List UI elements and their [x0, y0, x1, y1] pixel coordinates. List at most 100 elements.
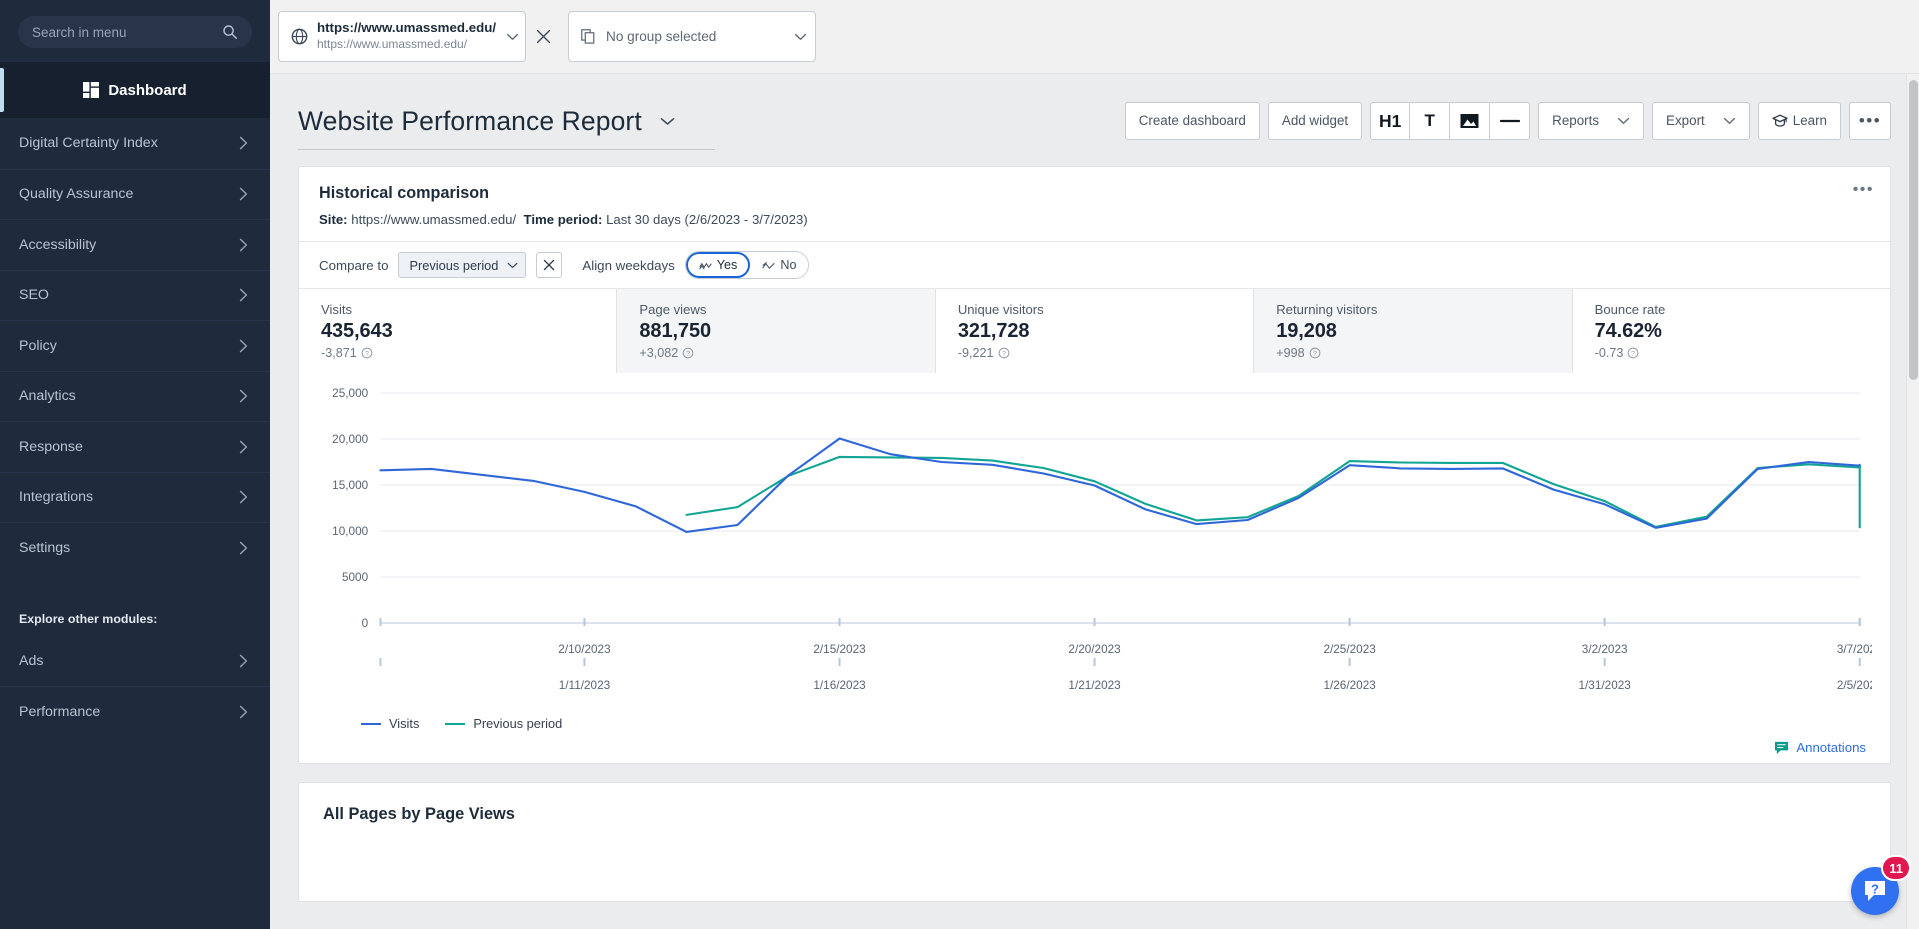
insert-divider-button[interactable]: [1490, 102, 1530, 140]
compare-controls: Compare to Previous period Align weekday…: [299, 241, 1890, 289]
card-menu-button[interactable]: •••: [1853, 181, 1874, 199]
globe-icon: [291, 28, 308, 45]
search-box[interactable]: [18, 16, 252, 48]
sidebar: Dashboard Digital Certainty IndexQuality…: [0, 0, 270, 929]
group-selector[interactable]: No group selected: [568, 11, 816, 62]
period-value: Last 30 days (2/6/2023 - 3/7/2023): [606, 212, 808, 227]
align-weekdays-no[interactable]: No: [750, 252, 808, 278]
insert-heading-button[interactable]: H1: [1370, 102, 1410, 140]
insert-image-button[interactable]: [1450, 102, 1490, 140]
learn-button[interactable]: Learn: [1758, 102, 1841, 140]
sidebar-item-accessibility[interactable]: Accessibility: [0, 219, 270, 270]
legend-item-visits[interactable]: Visits: [361, 716, 419, 731]
add-widget-button[interactable]: Add widget: [1268, 102, 1362, 140]
clear-site-button[interactable]: [526, 11, 560, 62]
legend-swatch-visits: [361, 723, 381, 725]
compare-period-select[interactable]: Previous period: [398, 252, 526, 278]
align-weekdays-toggle: Yes No: [685, 251, 810, 279]
chevron-right-icon: [239, 541, 248, 555]
chevron-down-icon[interactable]: [506, 33, 519, 41]
svg-text:?: ?: [1631, 351, 1635, 358]
x-axis-tick-label: 3/2/2023: [1582, 643, 1628, 656]
sidebar-item-response[interactable]: Response: [0, 421, 270, 472]
insert-text-button[interactable]: T: [1410, 102, 1450, 140]
create-dashboard-button[interactable]: Create dashboard: [1125, 102, 1260, 140]
sidebar-item-quality-assurance[interactable]: Quality Assurance: [0, 169, 270, 220]
sidebar-item-settings[interactable]: Settings: [0, 522, 270, 573]
vertical-scrollbar[interactable]: [1906, 74, 1919, 929]
image-icon: [1460, 113, 1479, 129]
annotations-button[interactable]: Annotations: [1774, 740, 1866, 755]
kpi-tile[interactable]: Unique visitors321,728-9,221?: [935, 289, 1253, 373]
kpi-tile[interactable]: Visits 435,643 -3,871?: [299, 289, 616, 373]
sidebar-item-label: Settings: [19, 540, 239, 556]
card-title: Historical comparison: [319, 184, 1870, 203]
svg-text:?: ?: [1002, 351, 1006, 358]
kpi-delta-value: +3,082: [639, 346, 678, 360]
sidebar-item-seo[interactable]: SEO: [0, 270, 270, 321]
chevron-right-icon: [239, 440, 248, 454]
info-help-icon: ?: [361, 347, 373, 359]
sidebar-item-integrations[interactable]: Integrations: [0, 472, 270, 523]
sidebar-item-dashboard-label: Dashboard: [108, 82, 186, 99]
card-header: Historical comparison Site: https://www.…: [299, 167, 1890, 227]
export-dropdown-button[interactable]: Export: [1652, 102, 1750, 140]
page-title: Website Performance Report: [298, 106, 642, 137]
sidebar-item-label: Performance: [19, 704, 239, 720]
sidebar-gap: [0, 573, 270, 612]
kpi-tile[interactable]: Bounce rate74.62%-0.73?: [1572, 289, 1890, 373]
x-axis-tick-label: 1/11/2023: [559, 679, 610, 692]
create-dashboard-label: Create dashboard: [1139, 114, 1246, 127]
aligned-waves-icon: [699, 261, 712, 270]
page-title-underline: [298, 149, 715, 150]
sidebar-item-policy[interactable]: Policy: [0, 320, 270, 371]
search-input[interactable]: [32, 25, 222, 40]
sidebar-explore-list: Ads Performance: [0, 636, 270, 737]
kpi-delta: -9,221?: [958, 346, 1253, 360]
kpi-delta: +998?: [1276, 346, 1571, 360]
x-axis-tick-label: 1/16/2023: [813, 679, 865, 692]
chart-area: 0500010,00015,00020,00025,0002/10/20232/…: [299, 373, 1890, 763]
x-axis-tick-label: 3/7/2023: [1837, 643, 1872, 656]
site-selector[interactable]: https://www.umassmed.edu/ https://www.um…: [278, 11, 526, 62]
kpi-delta: -0.73?: [1595, 346, 1890, 360]
kpi-label: Visits: [321, 302, 616, 317]
align-weekdays-yes[interactable]: Yes: [686, 252, 751, 278]
period-label: Time period:: [524, 212, 603, 227]
y-axis-tick-label: 5000: [342, 571, 369, 584]
layers-icon: [581, 29, 596, 44]
chevron-right-icon: [239, 705, 248, 719]
kpi-label: Bounce rate: [1595, 302, 1890, 317]
page-title-block[interactable]: Website Performance Report: [298, 106, 675, 137]
compare-to-label: Compare to: [319, 258, 388, 273]
compare-period-value: Previous period: [409, 258, 498, 273]
sidebar-nav-list: Digital Certainty IndexQuality Assurance…: [0, 118, 270, 573]
sidebar-item-analytics[interactable]: Analytics: [0, 371, 270, 422]
legend-swatch-previous-period: [445, 723, 465, 725]
info-help-icon: ?: [1627, 347, 1639, 359]
historical-comparison-chart[interactable]: 0500010,00015,00020,00025,0002/10/20232/…: [317, 385, 1872, 715]
main-content: https://www.umassmed.edu/ https://www.um…: [270, 0, 1919, 929]
chevron-down-icon[interactable]: [794, 33, 807, 41]
kpi-tile[interactable]: Page views881,750+3,082?: [616, 289, 934, 373]
legend-item-previous-period[interactable]: Previous period: [445, 716, 562, 731]
chevron-down-icon[interactable]: [660, 117, 675, 126]
help-notification-badge[interactable]: 11: [1881, 855, 1911, 881]
sidebar-item-label: Accessibility: [19, 237, 239, 253]
sidebar-item-digital-certainty-index[interactable]: Digital Certainty Index: [0, 118, 270, 169]
reports-dropdown-button[interactable]: Reports: [1538, 102, 1644, 140]
scrollbar-thumb[interactable]: [1909, 80, 1918, 380]
clear-compare-button[interactable]: [536, 252, 562, 278]
kpi-delta: -3,871?: [321, 346, 616, 360]
kpi-tile[interactable]: Returning visitors19,208+998?: [1253, 289, 1571, 373]
sidebar-item-dashboard[interactable]: Dashboard: [0, 62, 270, 118]
kpi-label: Unique visitors: [958, 302, 1253, 317]
x-axis-tick-label: 2/5/2023: [1837, 679, 1872, 692]
page-header: Website Performance Report Create dashbo…: [270, 74, 1919, 150]
legend-label-previous-period: Previous period: [473, 716, 562, 731]
sidebar-item-performance[interactable]: Performance: [0, 686, 270, 737]
x-axis-tick-label: 2/10/2023: [558, 643, 610, 656]
sidebar-item-ads[interactable]: Ads: [0, 636, 270, 687]
more-options-button[interactable]: •••: [1849, 102, 1891, 140]
kpi-value: 435,643: [321, 320, 616, 343]
